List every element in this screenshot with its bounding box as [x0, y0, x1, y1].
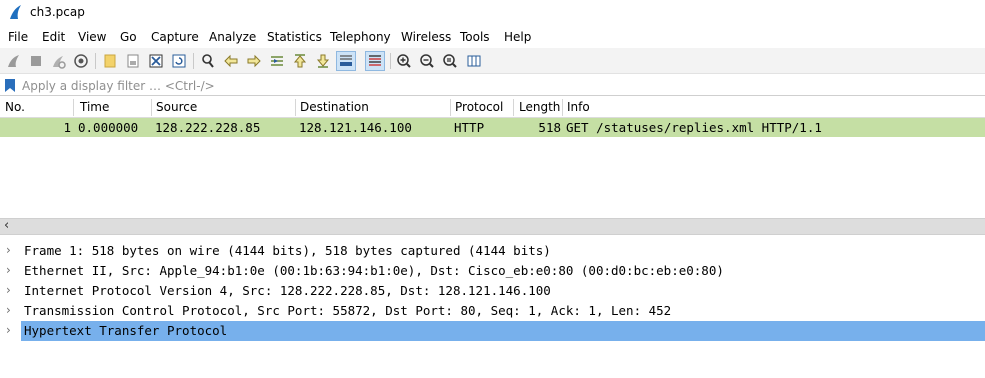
menu-bar: File Edit View Go Capture Analyze Statis… — [0, 26, 985, 48]
stop-icon[interactable] — [26, 51, 46, 71]
column-divider[interactable] — [295, 99, 296, 116]
zoom-in-icon[interactable] — [394, 51, 414, 71]
expand-arrow-icon[interactable]: › — [6, 323, 11, 337]
tree-row-tcp[interactable]: › Transmission Control Protocol, Src Por… — [0, 301, 985, 321]
column-header-protocol[interactable]: Protocol — [455, 100, 503, 114]
first-packet-icon[interactable] — [290, 51, 310, 71]
expand-arrow-icon[interactable]: › — [6, 263, 11, 277]
save-icon[interactable] — [123, 51, 143, 71]
column-divider[interactable] — [450, 99, 451, 116]
menu-wireless[interactable]: Wireless — [401, 30, 451, 44]
go-to-packet-icon[interactable] — [267, 51, 287, 71]
display-filter-bar — [0, 75, 985, 96]
menu-edit[interactable]: Edit — [42, 30, 65, 44]
column-header-source[interactable]: Source — [156, 100, 197, 114]
column-header-info[interactable]: Info — [567, 100, 590, 114]
tree-row-label: Transmission Control Protocol, Src Port:… — [24, 303, 672, 318]
column-header-destination[interactable]: Destination — [300, 100, 369, 114]
menu-help[interactable]: Help — [504, 30, 531, 44]
window-title: ch3.pcap — [30, 5, 85, 19]
packet-source: 128.222.228.85 — [155, 120, 261, 135]
tree-row-label: Hypertext Transfer Protocol — [24, 323, 228, 338]
tree-row-http[interactable]: › Hypertext Transfer Protocol — [0, 321, 985, 341]
tree-row-ethernet[interactable]: › Ethernet II, Src: Apple_94:b1:0e (00:1… — [0, 261, 985, 281]
packet-info: GET /statuses/replies.xml HTTP/1.1 — [566, 120, 822, 135]
toolbar-separator — [95, 53, 96, 69]
resize-columns-icon[interactable] — [464, 51, 484, 71]
packet-list-header: No. Time Source Destination Protocol Len… — [0, 97, 985, 118]
main-toolbar — [0, 48, 985, 74]
options-gear-icon[interactable] — [71, 51, 91, 71]
menu-analyze[interactable]: Analyze — [209, 30, 256, 44]
shark-fin-start-icon[interactable] — [4, 51, 24, 71]
menu-telephony[interactable]: Telephony — [330, 30, 391, 44]
column-divider[interactable] — [562, 99, 563, 116]
find-icon[interactable] — [198, 51, 218, 71]
packet-row[interactable]: 1 0.000000 128.222.228.85 128.121.146.10… — [0, 118, 985, 137]
column-divider[interactable] — [513, 99, 514, 116]
title-bar: ch3.pcap — [0, 0, 985, 26]
packet-time: 0.000000 — [78, 120, 139, 135]
menu-tools[interactable]: Tools — [460, 30, 490, 44]
menu-view[interactable]: View — [78, 30, 106, 44]
packet-no: 1 — [63, 120, 71, 135]
packet-length: 518 — [538, 120, 561, 135]
packet-protocol: HTTP — [454, 120, 485, 135]
wireshark-logo-icon — [10, 5, 21, 19]
menu-file[interactable]: File — [8, 30, 28, 44]
close-file-icon[interactable] — [146, 51, 166, 71]
open-folder-icon[interactable] — [100, 51, 120, 71]
expand-arrow-icon[interactable]: › — [6, 243, 11, 257]
restart-icon[interactable] — [48, 51, 68, 71]
toolbar-separator — [193, 53, 194, 69]
tree-row-ipv4[interactable]: › Internet Protocol Version 4, Src: 128.… — [0, 281, 985, 301]
scroll-left-icon[interactable]: ‹ — [4, 218, 9, 233]
last-packet-icon[interactable] — [313, 51, 333, 71]
filter-bookmark-icon[interactable] — [4, 78, 16, 93]
packet-destination: 128.121.146.100 — [299, 120, 412, 135]
menu-go[interactable]: Go — [120, 30, 137, 44]
column-header-time[interactable]: Time — [80, 100, 109, 114]
menu-capture[interactable]: Capture — [151, 30, 199, 44]
zoom-normal-icon[interactable] — [440, 51, 460, 71]
tree-row-label: Ethernet II, Src: Apple_94:b1:0e (00:1b:… — [24, 263, 724, 278]
packet-list-horizontal-scrollbar[interactable]: ‹ — [0, 218, 985, 235]
zoom-out-icon[interactable] — [417, 51, 437, 71]
packet-list: No. Time Source Destination Protocol Len… — [0, 97, 985, 218]
column-divider[interactable] — [151, 99, 152, 116]
colorize-icon[interactable] — [365, 51, 385, 71]
column-divider[interactable] — [73, 99, 74, 116]
go-back-icon[interactable] — [221, 51, 241, 71]
tree-row-label: Internet Protocol Version 4, Src: 128.22… — [24, 283, 551, 298]
display-filter-input[interactable] — [22, 77, 977, 94]
expand-arrow-icon[interactable]: › — [6, 303, 11, 317]
packet-details-tree: › Frame 1: 518 bytes on wire (4144 bits)… — [0, 241, 985, 378]
autoscroll-icon[interactable] — [336, 51, 356, 71]
column-header-no[interactable]: No. — [5, 100, 25, 114]
column-header-length[interactable]: Length — [519, 100, 560, 114]
expand-arrow-icon[interactable]: › — [6, 283, 11, 297]
toolbar-separator — [390, 53, 391, 69]
tree-row-label: Frame 1: 518 bytes on wire (4144 bits), … — [24, 243, 551, 258]
reload-icon[interactable] — [169, 51, 189, 71]
tree-row-frame[interactable]: › Frame 1: 518 bytes on wire (4144 bits)… — [0, 241, 985, 261]
go-forward-icon[interactable] — [244, 51, 264, 71]
menu-statistics[interactable]: Statistics — [267, 30, 322, 44]
